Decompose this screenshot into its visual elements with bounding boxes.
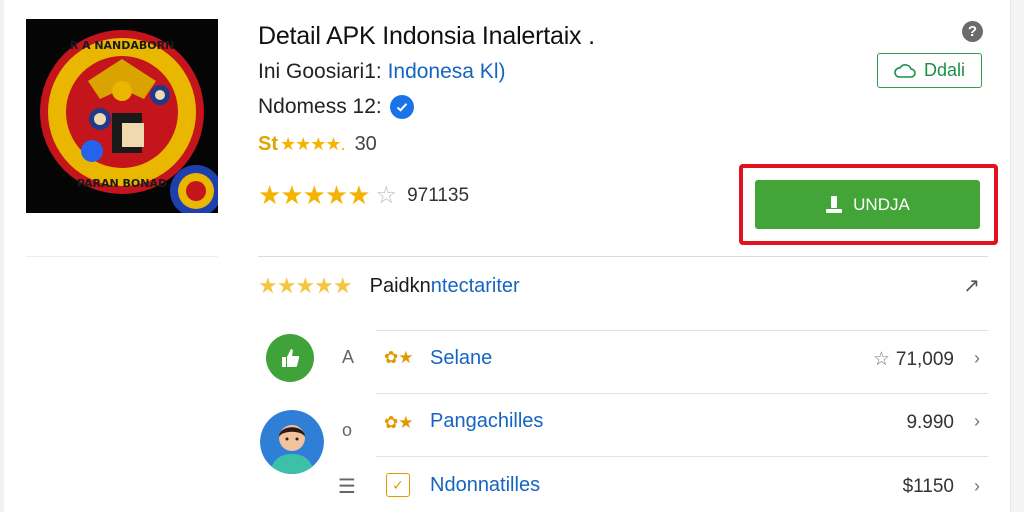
row-divider (376, 330, 988, 331)
publisher-row: Ndomess 12: (258, 95, 414, 119)
app-title: Detail APK Indonsia Inalertaix . (258, 22, 595, 50)
download-icon (826, 195, 843, 213)
row-divider (376, 393, 988, 394)
row-divider (376, 456, 988, 457)
row-letter: A (342, 347, 355, 367)
rating-label: St (258, 133, 278, 155)
star-rating-row: ★★★★★ ☆ 971135 (258, 180, 469, 211)
review-count: 971135 (407, 184, 470, 206)
app-icon-emblem: R A NANDABORN PARAN BONAD (26, 19, 218, 213)
gear-badge-icon: ✿★ (384, 413, 414, 432)
chevron-right-icon[interactable]: › (974, 411, 980, 432)
star-rating-full: ★★★★★ (258, 180, 371, 210)
expand-arrow-icon[interactable]: ↗ (963, 273, 980, 298)
svg-text:R A NANDABORN: R A NANDABORN (70, 39, 175, 52)
divider (258, 256, 988, 257)
rating-stars-small: ★★★★. (280, 134, 346, 154)
verified-check-icon (389, 95, 414, 119)
help-icon[interactable]: ? (962, 21, 983, 42)
detail-button-label: Ddali (923, 60, 966, 80)
row-value-text: 71,009 (895, 348, 954, 370)
list-menu-icon: ☰ (338, 476, 356, 498)
chevron-right-icon[interactable]: › (974, 348, 980, 369)
cloud-icon (894, 63, 916, 78)
row-name: Selane (430, 347, 493, 369)
reviews-header[interactable]: ★★★★★ Paidknntectariter ↗ (258, 270, 988, 302)
publisher-name: Ndomess 12: (258, 95, 382, 118)
download-button-label: UNDJA (853, 194, 910, 214)
list-item[interactable]: ☰ ✓ Ndonnatilles $1150 › (258, 456, 988, 512)
rating-summary: St ★★★★. 30 (258, 133, 377, 156)
reviews-title-a: Paidkn (369, 274, 431, 297)
row-value: 9.990 (906, 412, 954, 433)
row-name: Ndonnatilles (430, 474, 541, 496)
badge-icon: ✿★ (384, 348, 414, 367)
svg-text:PARAN BONAD: PARAN BONAD (77, 177, 167, 190)
reviews-stars: ★★★★★ (258, 273, 353, 298)
row-value: $1150 (902, 476, 954, 497)
chevron-right-icon[interactable]: › (974, 476, 980, 497)
star-empty-icon: ☆ (375, 182, 398, 209)
row-value: ☆ 71,009 (873, 348, 954, 371)
row-name: Pangachilles (430, 410, 544, 432)
detail-button[interactable]: Ddali (877, 53, 982, 88)
checkbox-icon: ✓ (386, 473, 410, 497)
reviews-title-b: ntectariter (430, 274, 520, 297)
list-item[interactable]: o ✿★ Pangachilles 9.990 › (258, 393, 988, 474)
download-button[interactable]: UNDJA (755, 180, 980, 229)
developer-link[interactable]: Indonesa Kl) (388, 60, 506, 83)
window-left-edge (0, 0, 4, 512)
window-scrollbar[interactable] (1010, 0, 1024, 512)
row-letter: o (342, 420, 353, 440)
star-outline-icon: ☆ (872, 349, 890, 370)
reviews-title: Paidknntectariter (370, 275, 520, 298)
developer-prefix: Ini Goosiari1: (258, 60, 388, 83)
divider-left (26, 256, 218, 257)
thumbs-up-avatar-icon (266, 334, 314, 382)
list-item[interactable]: A ✿★ Selane ☆ 71,009 › (258, 330, 988, 390)
rating-value: 30 (354, 133, 377, 155)
developer-line: Ini Goosiari1: Indonesa Kl) (258, 60, 505, 84)
